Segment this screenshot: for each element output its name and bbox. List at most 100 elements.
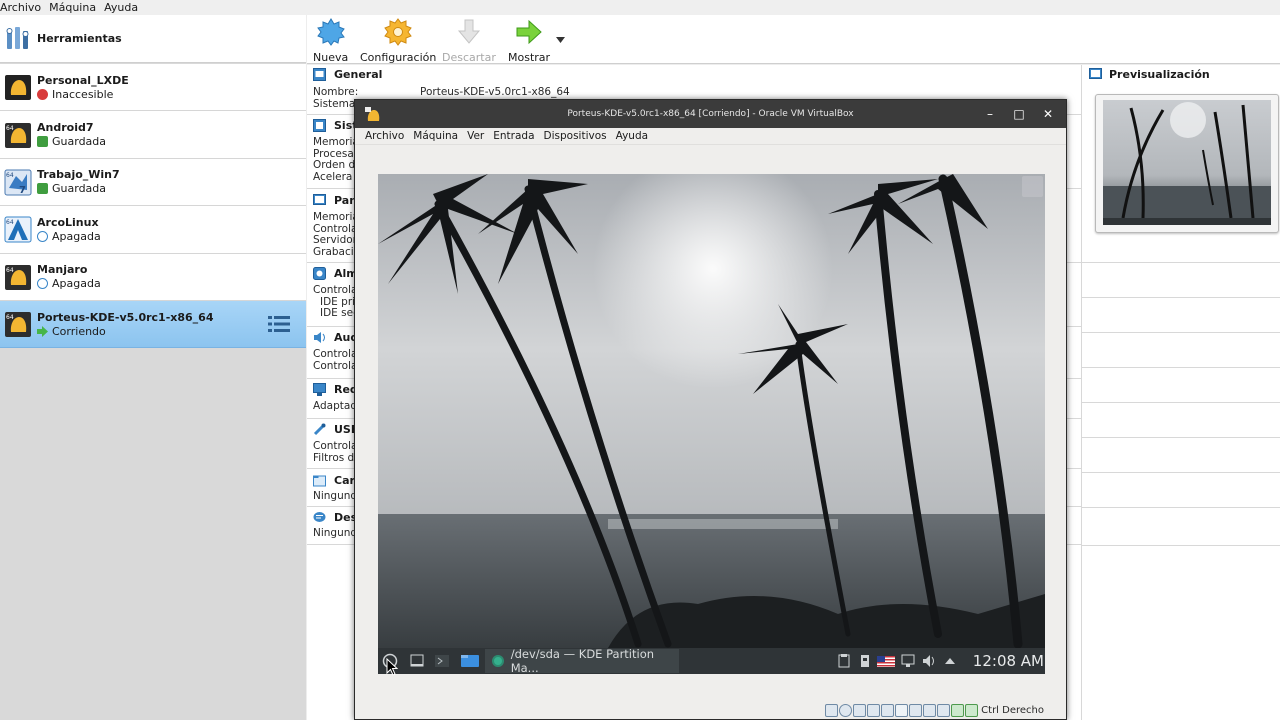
vm-state: Corriendo	[52, 324, 106, 338]
guest-screen[interactable]: /dev/sda — KDE Partition Ma... 12:08 AM	[378, 174, 1045, 674]
shared-folders-status-icon[interactable]	[895, 703, 909, 717]
taskbar-partition-manager[interactable]: /dev/sda — KDE Partition Ma...	[485, 647, 679, 674]
display-status-icon[interactable]	[909, 703, 923, 717]
usb-icon	[313, 423, 326, 435]
discard-label: Descartar	[442, 51, 496, 64]
main-toolbar: Nueva Configuración Descartar Mostrar	[307, 15, 1280, 64]
svg-text:64: 64	[6, 172, 14, 179]
menu-maquina[interactable]: Máquina	[49, 0, 104, 15]
show-label: Mostrar	[508, 51, 551, 64]
guest-taskbar: /dev/sda — KDE Partition Ma... 12:08 AM	[378, 647, 1045, 674]
tools-icon	[6, 26, 29, 49]
audio-status-icon[interactable]	[853, 703, 867, 717]
show-right-arrow-icon	[516, 19, 542, 45]
svg-text:64: 64	[6, 267, 14, 274]
mouse-cursor-icon	[386, 658, 398, 676]
virtualbox-manager: Archivo Máquina Ayuda Herramientas Perso…	[0, 0, 1280, 720]
vm-item-personal-lxde[interactable]: Personal_LXDE Inaccesible	[0, 64, 306, 112]
discard-button[interactable]: Descartar	[442, 18, 496, 64]
general-icon	[313, 67, 326, 81]
settings-button[interactable]: Configuración	[360, 18, 436, 64]
file-manager-icon[interactable]	[460, 648, 480, 674]
running-icon	[37, 325, 48, 337]
sidebar: Herramientas Personal_LXDE Inaccesible 6…	[0, 15, 306, 720]
vm-name: Trabajo_Win7	[37, 168, 120, 182]
vm-menu-archivo[interactable]: Archivo	[365, 130, 404, 142]
vm-name: Porteus-KDE-v5.0rc1-x86_64	[37, 310, 214, 324]
new-button[interactable]: Nueva	[313, 18, 348, 64]
vm-item-trabajo-win7[interactable]: 7 64 Trabajo_Win7 Guardada	[0, 158, 306, 207]
vm-name: Manjaro	[37, 263, 88, 277]
clipboard-icon[interactable]	[836, 648, 852, 674]
svg-text:64: 64	[6, 125, 14, 132]
preview-pane: Previsualización	[1081, 65, 1280, 720]
vm-menu-dispositivos[interactable]: Dispositivos	[544, 130, 607, 142]
show-desktop-icon[interactable]	[409, 648, 425, 674]
volume-icon[interactable]	[921, 648, 937, 674]
menu-bar: Archivo Máquina Ayuda	[0, 0, 1280, 15]
vm-item-arcolinux[interactable]: 64 ArcoLinux Apagada	[0, 206, 306, 254]
show-dropdown-icon[interactable]	[556, 37, 565, 43]
vm-state: Guardada	[52, 135, 107, 149]
desktop-menu-button[interactable]	[1022, 176, 1043, 197]
section-title: Car	[334, 473, 355, 487]
vm-menu-ver[interactable]: Ver	[467, 130, 484, 142]
audio-icon	[314, 331, 325, 343]
preview-screen-image	[1103, 100, 1271, 225]
close-button[interactable]: ✕	[1039, 105, 1057, 123]
vm-state: Apagada	[52, 229, 101, 243]
vm-status-bar: Ctrl Derecho	[825, 702, 1044, 718]
show-button[interactable]: Mostrar	[508, 18, 550, 64]
network-monitor-icon[interactable]	[900, 648, 916, 674]
vm-state: Apagada	[52, 277, 101, 291]
terminal-icon[interactable]	[434, 648, 450, 674]
keyboard-layout-flag-icon[interactable]	[876, 648, 896, 674]
optical-drive-status-icon[interactable]	[839, 703, 853, 717]
vm-item-porteus[interactable]: 64 Porteus-KDE-v5.0rc1-x86_64 Corriendo	[0, 300, 306, 349]
name-label: Nombre:	[313, 86, 359, 98]
description-icon	[313, 511, 326, 522]
svg-text:64: 64	[6, 219, 14, 226]
vm-item-android7[interactable]: 64 Android7 Guardada	[0, 111, 306, 159]
host-key-label: Ctrl Derecho	[981, 704, 1044, 716]
partition-manager-icon	[492, 655, 504, 667]
gear-icon	[384, 18, 412, 46]
mouse-integration-status-icon[interactable]	[951, 703, 965, 717]
removable-device-icon[interactable]	[858, 648, 872, 674]
svg-text:7: 7	[19, 185, 26, 196]
minimize-button[interactable]: –	[981, 105, 999, 123]
keyboard-capture-status-icon[interactable]	[965, 703, 979, 717]
cpu-status-icon[interactable]	[937, 703, 951, 717]
vm-window: Porteus-KDE-v5.0rc1-x86_64 [Corriendo] -…	[354, 99, 1067, 720]
usb-status-icon[interactable]	[881, 703, 895, 717]
taskbar-clock[interactable]: 12:08 AM	[973, 648, 1044, 674]
vm-menu-icon[interactable]	[268, 315, 290, 333]
menu-archivo[interactable]: Archivo	[0, 0, 49, 15]
vm-menu-maquina[interactable]: Máquina	[413, 130, 458, 142]
system-chip-icon	[313, 118, 326, 132]
vm-name: Personal_LXDE	[37, 73, 129, 87]
vm-item-manjaro[interactable]: 64 Manjaro Apagada	[0, 253, 306, 301]
name-value: Porteus-KDE-v5.0rc1-x86_64	[420, 86, 570, 98]
system-tray-expand-icon[interactable]	[943, 648, 957, 674]
vm-window-titlebar[interactable]: Porteus-KDE-v5.0rc1-x86_64 [Corriendo] -…	[355, 100, 1066, 128]
vm-menu-ayuda[interactable]: Ayuda	[616, 130, 648, 142]
powered-off-icon	[37, 230, 48, 242]
saved-icon	[37, 136, 48, 148]
video-capture-status-icon[interactable]	[923, 703, 937, 717]
svg-text:64: 64	[6, 314, 14, 321]
menu-ayuda[interactable]: Ayuda	[104, 0, 146, 15]
vm-menu-entrada[interactable]: Entrada	[493, 130, 534, 142]
section-title: General	[334, 67, 383, 81]
hard-disk-status-icon[interactable]	[825, 703, 839, 717]
vm-list: Personal_LXDE Inaccesible 64 Android7 Gu…	[0, 64, 306, 349]
network-status-icon[interactable]	[867, 703, 881, 717]
maximize-button[interactable]: □	[1010, 105, 1028, 123]
taskbar-item-label: /dev/sda — KDE Partition Ma...	[510, 647, 655, 674]
tools-item[interactable]: Herramientas	[0, 15, 306, 63]
arch-os-icon: 64	[4, 216, 32, 243]
display-icon	[313, 193, 326, 205]
android-os-icon: 64	[5, 122, 31, 148]
vm-name: Android7	[37, 121, 94, 135]
vm-window-icon	[365, 107, 380, 121]
